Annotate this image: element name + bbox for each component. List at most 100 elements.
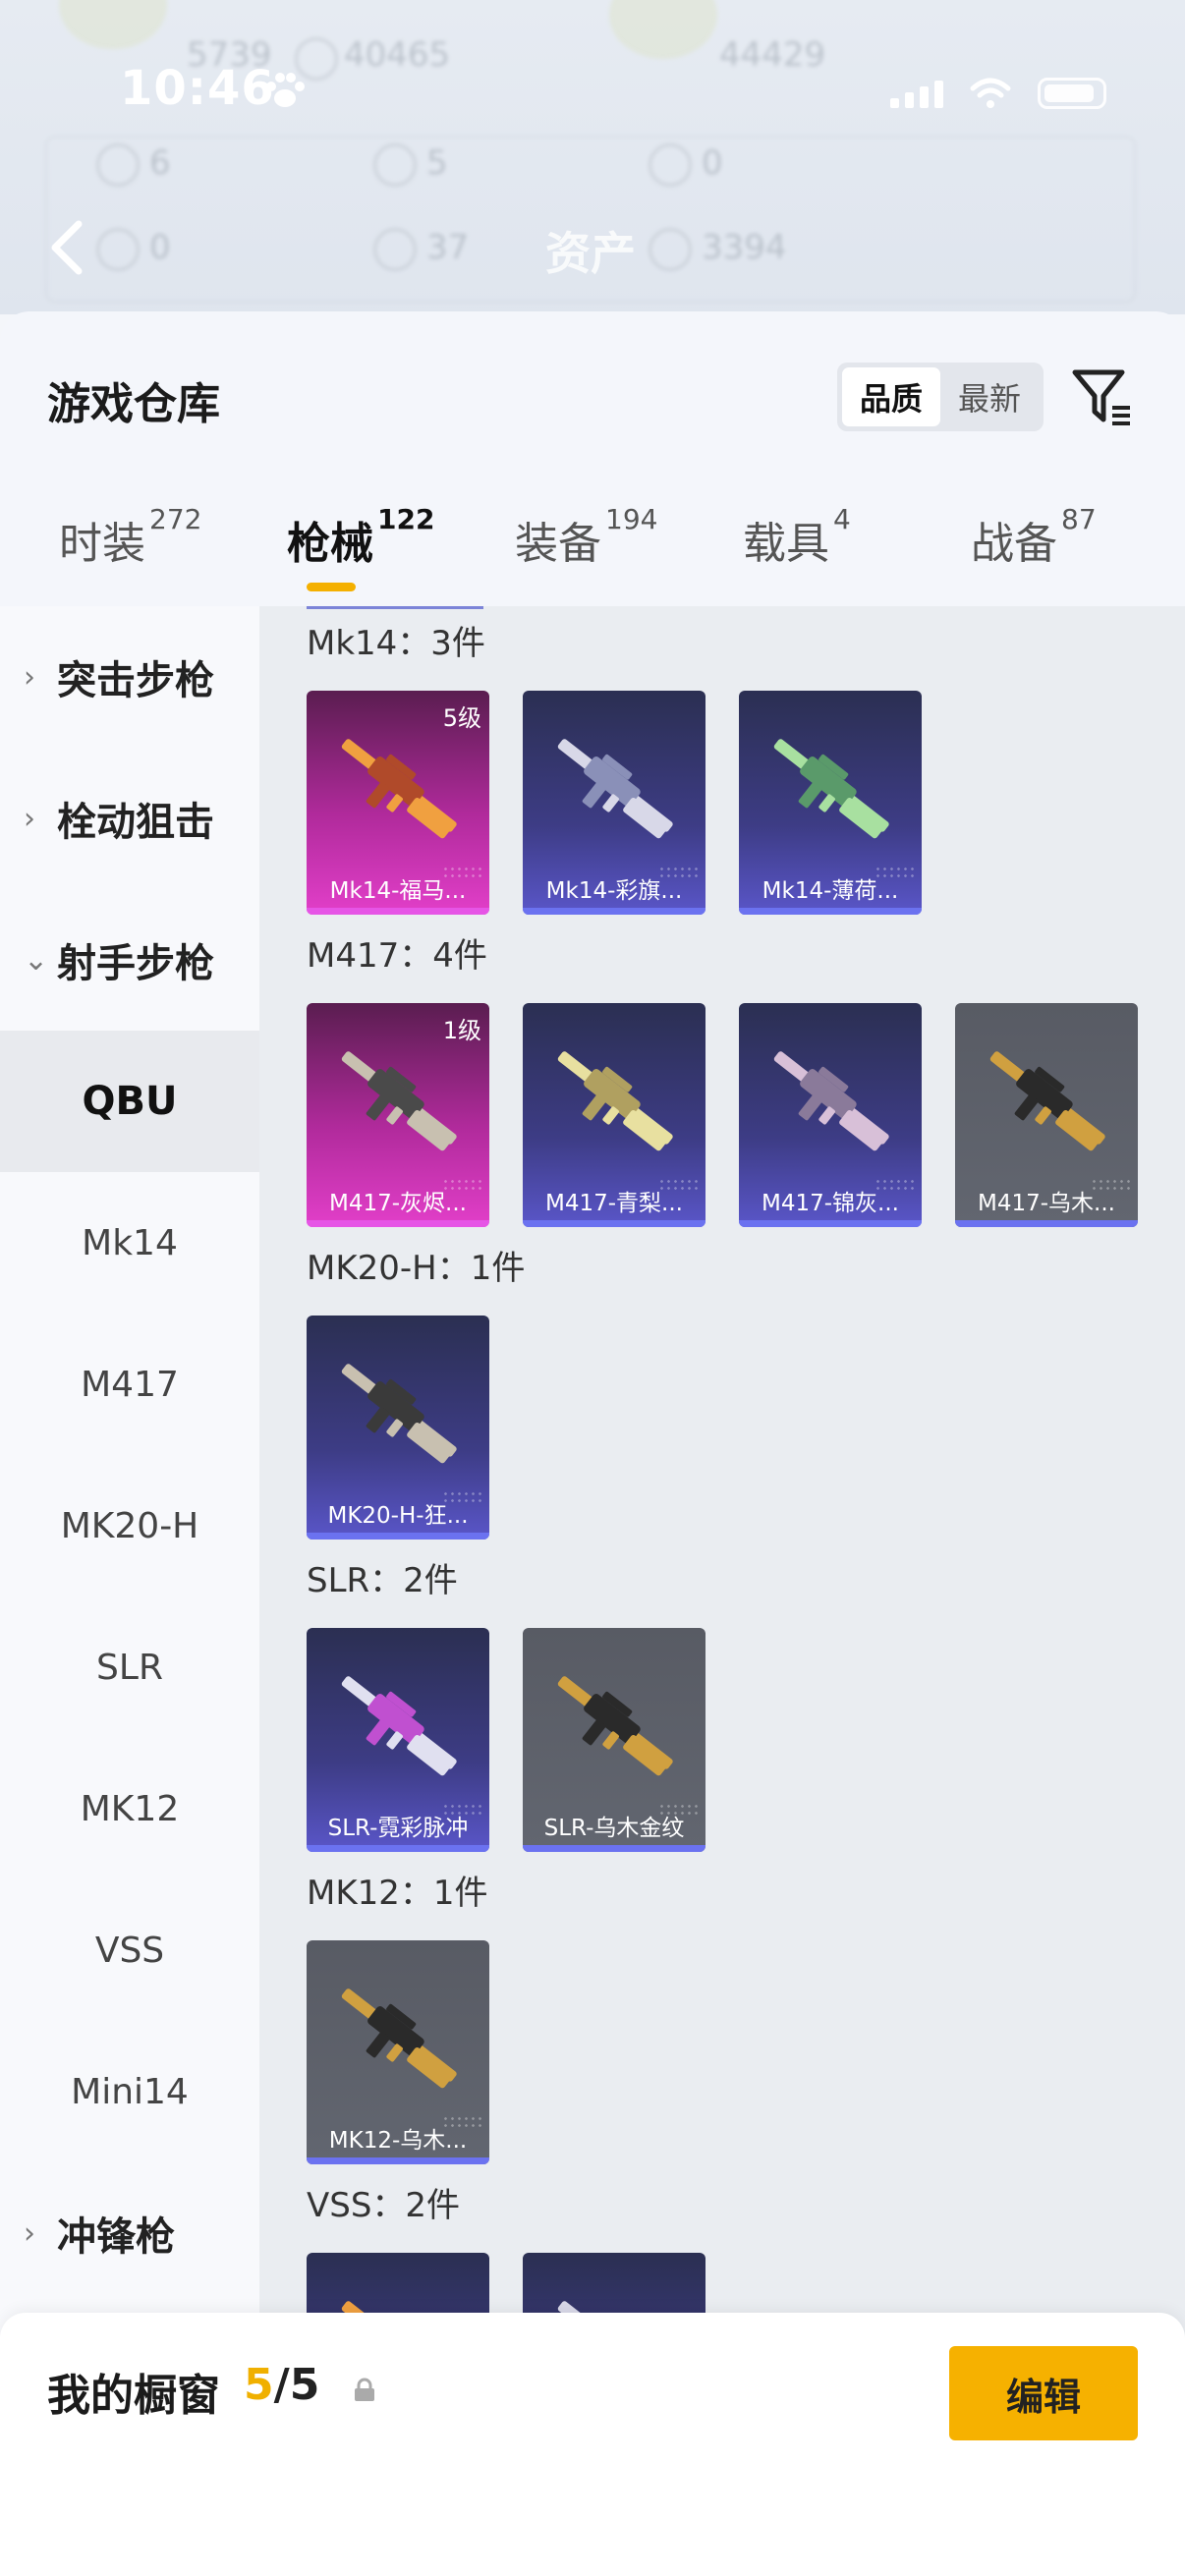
tab-supplies[interactable]: 战备 87 (971, 503, 1097, 571)
rarity-bar (523, 1220, 705, 1227)
weapon-card[interactable]: Mk14-彩旗... (523, 691, 705, 915)
group-label: SLR：2件 (307, 1561, 458, 1600)
weapon-name: M417-灰烬... (329, 1191, 467, 1216)
weapon-name: MK12-乌木... (328, 2128, 468, 2154)
active-tab-indicator (307, 583, 356, 591)
tab-firearms[interactable]: 枪械 122 (287, 503, 434, 571)
group-label: M417：4件 (307, 936, 487, 976)
nav-category-bolt-sniper[interactable]: › 栓动狙击 (0, 748, 259, 889)
weapon-icon (341, 1676, 457, 1776)
weapon-name: Mk14-彩旗... (545, 878, 683, 904)
nav-item-vss[interactable]: VSS (0, 1879, 259, 2021)
sort-option-quality[interactable]: 品质 (842, 367, 940, 426)
weapon-name: M417-青梨... (545, 1191, 683, 1216)
warehouse-sheet: 游戏仓库 品质 最新 时装 272 枪械 122 装备 194 载具 4 战备 87 › 突… (0, 311, 1185, 2576)
weapon-icon (341, 1988, 457, 2089)
sort-option-newest[interactable]: 最新 (940, 367, 1039, 426)
weapon-card[interactable]: SLR-霓彩脉冲 (307, 1628, 489, 1852)
chevron-right-icon: › (24, 2215, 35, 2251)
weapon-card[interactable]: SLR-乌木金纹 (523, 1628, 705, 1852)
background-emblem (59, 0, 167, 49)
bg-stat: 44429 (719, 35, 826, 75)
weapon-name: SLR-霓彩脉冲 (327, 1816, 469, 1841)
back-arrow-icon[interactable] (47, 218, 86, 277)
weapon-name: SLR-乌木金纹 (543, 1816, 685, 1841)
background-page-title: 资产 (545, 227, 636, 280)
weapon-icon (341, 1364, 457, 1464)
weapon-card[interactable]: M417-锦灰... (739, 1003, 922, 1227)
group-label: VSS：2件 (307, 2186, 461, 2225)
status-icons (890, 77, 1106, 110)
nav-item-mk14[interactable]: Mk14 (0, 1172, 259, 1314)
bg-stat: 40465 (344, 35, 451, 75)
weapon-name: Mk14-福马... (329, 878, 467, 904)
weapon-category-nav: › 突击步枪 › 栓动狙击 ⌄ 射手步枪 QBU Mk14 M417 MK20-H S… (0, 606, 259, 2453)
nav-item-mk20h[interactable]: MK20-H (0, 1455, 259, 1596)
showcase-count-current: 5 (244, 2360, 274, 2410)
tab-count: 4 (833, 503, 851, 536)
weapon-card[interactable]: MK12-乌木... (307, 1940, 489, 2164)
category-tabs: 时装 272 枪械 122 装备 194 载具 4 战备 87 (0, 503, 1185, 616)
nav-item-mini14[interactable]: Mini14 (0, 2021, 259, 2162)
level-badge: 1级 (442, 1017, 481, 1044)
nav-category-marksman-rifle[interactable]: ⌄ 射手步枪 (0, 889, 259, 1031)
weapon-card[interactable]: MK20-H-狂... (307, 1316, 489, 1540)
tab-label: 时装 (59, 519, 145, 569)
nav-item-m417[interactable]: M417 (0, 1314, 259, 1455)
weapon-icon (557, 1051, 673, 1151)
rarity-bar (307, 1533, 489, 1540)
rarity-bar (739, 908, 922, 915)
nav-label: 突击步枪 (57, 658, 214, 703)
edit-button[interactable]: 编辑 (949, 2346, 1138, 2440)
weapon-card[interactable]: Mk14-薄荷... (739, 691, 922, 915)
group-label: Mk14：3件 (307, 624, 485, 663)
nav-category-assault-rifle[interactable]: › 突击步枪 (0, 606, 259, 748)
showcase-count: 5/5 (244, 2360, 319, 2410)
weapon-name: MK20-H-狂... (327, 1503, 469, 1529)
tab-label: 战备 (971, 519, 1057, 569)
showcase-bar: 我的橱窗 5/5 编辑 (0, 2313, 1185, 2576)
divider (307, 606, 483, 609)
eye-icon (373, 143, 417, 187)
nav-item-qbu[interactable]: QBU (0, 1031, 259, 1172)
battery-icon (1038, 78, 1106, 109)
bg-icon (649, 228, 692, 271)
rarity-bar (523, 908, 705, 915)
weapon-icon (989, 1051, 1105, 1151)
bg-stat: 0 (702, 143, 723, 183)
nav-item-mk12[interactable]: MK12 (0, 1738, 259, 1879)
weapon-card[interactable]: M417-乌木... (955, 1003, 1138, 1227)
signal-icon (890, 79, 943, 108)
nav-label: 冲锋枪 (57, 2214, 175, 2260)
group-label: MK20-H：1件 (307, 1249, 526, 1288)
tab-label: 枪械 (287, 519, 373, 569)
nav-category-smg[interactable]: › 冲锋枪 (0, 2162, 259, 2304)
sort-toggle: 品质 最新 (837, 363, 1044, 431)
bg-icon (96, 228, 140, 271)
bg-stat: 3394 (702, 228, 787, 267)
weapon-name: Mk14-薄荷... (762, 878, 899, 904)
weapon-card[interactable]: 5级 Mk14-福马... (307, 691, 489, 915)
tab-vehicles[interactable]: 载具 4 (743, 503, 851, 571)
weapon-icon (773, 739, 889, 839)
bg-icon (649, 143, 692, 187)
showcase-count-total: /5 (273, 2360, 320, 2410)
bg-stat: 0 (149, 228, 171, 267)
weapon-icon (341, 739, 457, 839)
level-badge: 5级 (442, 704, 481, 732)
bg-stat: 5 (426, 143, 448, 183)
nav-item-slr[interactable]: SLR (0, 1596, 259, 1738)
wifi-icon (970, 78, 1011, 108)
rarity-bar (523, 1845, 705, 1852)
weapon-icon (557, 1676, 673, 1776)
tab-equipment[interactable]: 装备 194 (515, 503, 657, 571)
chevron-down-icon: ⌄ (24, 942, 49, 978)
tab-fashion[interactable]: 时装 272 (59, 503, 201, 571)
weapon-card[interactable]: M417-青梨... (523, 1003, 705, 1227)
filter-icon[interactable] (1071, 366, 1134, 429)
chevron-right-icon: › (24, 659, 35, 695)
weapon-card[interactable]: 1级 M417-灰烬... (307, 1003, 489, 1227)
status-time: 10:46 (120, 61, 275, 116)
tab-count: 122 (377, 503, 435, 536)
weapon-icon (557, 739, 673, 839)
